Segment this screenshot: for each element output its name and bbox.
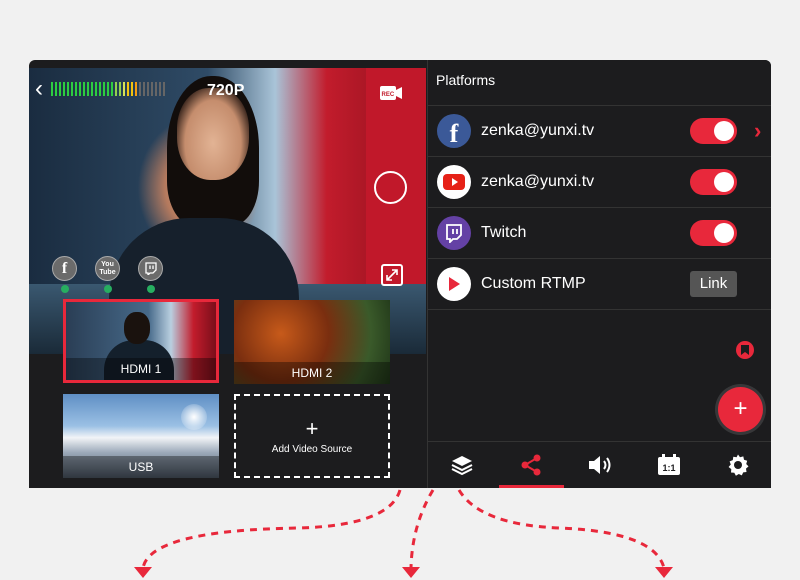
meter-bar [143,82,145,96]
meter-bar [111,82,113,96]
meter-bar [151,82,153,96]
chevron-right-icon[interactable]: › [754,118,761,144]
svg-text:1:1: 1:1 [662,463,675,473]
source-label: HDMI 2 [234,362,390,384]
meter-bar [163,82,165,96]
meter-bar [87,82,89,96]
account-name: zenka@yunxi.tv [481,173,595,190]
live-platform-badges: f You Tube [51,256,164,293]
meter-bar [139,82,141,96]
source-hdmi-1[interactable]: HDMI 1 [63,299,219,383]
record-button[interactable] [374,171,407,204]
tab-settings[interactable] [703,442,771,488]
meter-bar [155,82,157,96]
platform-row-twitch[interactable]: Twitch [428,207,771,258]
bottom-tab-bar: 1:1 [428,441,771,488]
tab-layers[interactable] [428,442,497,488]
rtmp-play-icon [437,267,471,301]
add-video-source-button[interactable]: + Add Video Source [234,394,390,478]
resolution-label: 720P [207,82,245,99]
tab-audio[interactable] [566,442,635,488]
twitch-badge [137,256,164,293]
account-name: zenka@yunxi.tv [481,122,595,139]
facebook-icon: f [52,256,77,281]
link-button[interactable]: Link [690,271,737,297]
source-label: USB [63,456,219,478]
meter-bar [123,82,125,96]
meter-bar [79,82,81,96]
bookmark-icon[interactable] [736,341,754,359]
aspect-ratio-icon: 1:1 [657,454,680,475]
plus-icon: + [305,415,319,441]
meter-bar [51,82,53,96]
share-icon [521,454,541,476]
meter-bar [127,82,129,96]
meter-bar [83,82,85,96]
meter-bar [59,82,61,96]
svg-text:REC: REC [382,92,395,98]
meter-bar [159,82,161,96]
record-camera-icon[interactable]: REC [379,84,403,102]
layers-icon [451,456,473,476]
meter-bar [103,82,105,96]
meter-bar [55,82,57,96]
meter-bar [63,82,65,96]
volume-icon [588,456,611,474]
platform-name: Custom RTMP [481,275,586,292]
meter-bar [119,82,121,96]
youtube-icon: You Tube [95,256,120,281]
source-label: HDMI 1 [66,358,216,380]
youtube-badge: You Tube [94,256,121,293]
fullscreen-icon[interactable] [381,264,403,286]
add-platform-button[interactable]: + [718,387,763,432]
platform-row-custom-rtmp[interactable]: Custom RTMP Link [428,258,771,310]
meter-bar [131,82,133,96]
streaming-app: ‹ 720P REC f You Tube HDMI 1 HDMI 2 USB … [29,60,771,488]
youtube-toggle[interactable] [690,169,737,195]
platform-row-youtube[interactable]: zenka@yunxi.tv [428,156,771,207]
platform-name: Twitch [481,224,527,241]
meter-bar [75,82,77,96]
twitch-icon [437,216,471,250]
platforms-panel: Platforms f zenka@yunxi.tv › zenka@yunxi… [427,60,771,488]
add-source-label: Add Video Source [271,443,353,455]
platform-row-facebook[interactable]: f zenka@yunxi.tv › [428,105,771,156]
tab-share[interactable] [497,442,566,488]
twitch-toggle[interactable] [690,220,737,246]
meter-bar [115,82,117,96]
source-usb[interactable]: USB [63,394,219,478]
meter-bar [95,82,97,96]
facebook-badge: f [51,256,78,293]
facebook-icon: f [437,114,471,148]
youtube-icon [437,165,471,199]
twitch-icon [138,256,163,281]
panel-title: Platforms [436,72,496,88]
meter-bar [107,82,109,96]
tab-aspect-ratio[interactable]: 1:1 [634,442,703,488]
meter-bar [71,82,73,96]
meter-bar [91,82,93,96]
meter-bar [135,82,137,96]
audio-level-meter [51,82,165,96]
meter-bar [99,82,101,96]
facebook-toggle[interactable] [690,118,737,144]
source-hdmi-2[interactable]: HDMI 2 [234,300,390,384]
meter-bar [67,82,69,96]
status-dot [146,285,155,293]
status-dot [103,285,112,293]
status-dot [60,285,69,293]
settings-icon [728,454,749,476]
meter-bar [147,82,149,96]
